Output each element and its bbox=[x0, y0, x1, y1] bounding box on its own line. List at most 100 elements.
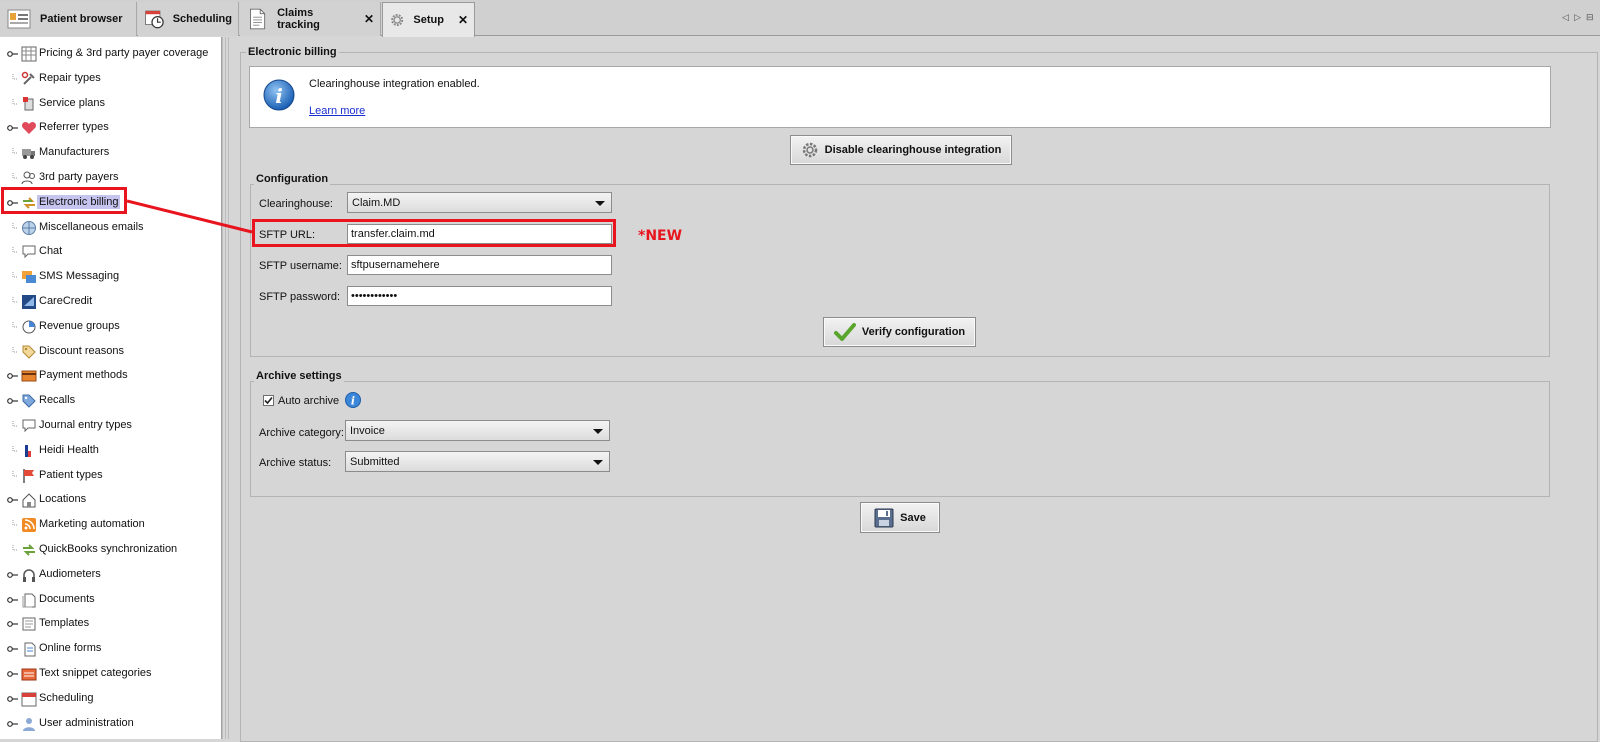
chevron-down-icon bbox=[595, 201, 605, 206]
tree-item-audiometers[interactable]: Audiometers bbox=[0, 563, 221, 588]
tree-item-miscellaneous-emails[interactable]: Miscellaneous emails bbox=[0, 216, 221, 241]
tree-item-user-administration[interactable]: User administration bbox=[0, 712, 221, 737]
expand-handle-icon[interactable] bbox=[7, 371, 19, 381]
expand-handle-icon[interactable] bbox=[7, 694, 19, 704]
expand-handle-icon[interactable] bbox=[7, 619, 19, 629]
tree-item-manufacturers[interactable]: Manufacturers bbox=[0, 141, 221, 166]
tree-item-recalls[interactable]: Recalls bbox=[0, 389, 221, 414]
tree-item-pricing-and-3rd-party-payer-coverage[interactable]: Pricing & 3rd party payer coverage bbox=[0, 42, 221, 67]
tree-item-label: Audiometers bbox=[39, 567, 101, 580]
tab-scheduling[interactable]: Scheduling bbox=[138, 2, 239, 36]
section-title: Electronic billing bbox=[246, 46, 339, 58]
gear-icon bbox=[391, 14, 404, 26]
tree-item-patient-types[interactable]: Patient types bbox=[0, 464, 221, 489]
headphones-icon bbox=[23, 569, 35, 582]
learn-more-link[interactable]: Learn more bbox=[309, 105, 365, 117]
tree-item-journal-entry-types[interactable]: Journal entry types bbox=[0, 414, 221, 439]
tab-scroll-right-icon[interactable]: ▷ bbox=[1574, 12, 1581, 23]
archive-status-value: Submitted bbox=[350, 456, 400, 468]
svg-text:i: i bbox=[351, 395, 355, 408]
expand-handle-icon[interactable] bbox=[7, 644, 19, 654]
tree-item-payment-methods[interactable]: Payment methods bbox=[0, 364, 221, 389]
tab-list-menu-icon[interactable]: ⊟ bbox=[1586, 12, 1594, 23]
tree-item-referrer-types[interactable]: Referrer types bbox=[0, 116, 221, 141]
expand-handle-icon[interactable] bbox=[7, 123, 19, 133]
sftp-password-label: SFTP password: bbox=[259, 291, 341, 303]
tree-line-icon bbox=[12, 173, 18, 179]
tree-item-label: Text snippet categories bbox=[39, 667, 152, 679]
close-icon[interactable]: ✕ bbox=[364, 12, 374, 26]
tree-item-label: Documents bbox=[39, 592, 95, 605]
tree-item-discount-reasons[interactable]: Discount reasons bbox=[0, 340, 221, 365]
close-icon[interactable]: ✕ bbox=[458, 13, 468, 27]
archive-category-select[interactable]: Invoice bbox=[345, 420, 610, 441]
save-button[interactable]: Save bbox=[860, 502, 940, 533]
tree-line-icon bbox=[12, 421, 18, 427]
tree-item-text-snippet-categories[interactable]: Text snippet categories bbox=[0, 662, 221, 687]
truck-icon bbox=[22, 149, 35, 160]
gear-icon bbox=[802, 142, 817, 158]
split-pane-divider[interactable] bbox=[222, 37, 230, 739]
tree-line-icon bbox=[12, 470, 18, 477]
auto-archive-checkbox[interactable] bbox=[263, 395, 274, 406]
tree-item-chat[interactable]: Chat bbox=[0, 240, 221, 265]
sftp-username-label: SFTP username: bbox=[259, 260, 342, 272]
sftp-password-field[interactable] bbox=[347, 286, 612, 306]
expand-handle-icon[interactable] bbox=[7, 669, 19, 679]
tree-item-scheduling[interactable]: Scheduling bbox=[0, 687, 221, 712]
clearinghouse-value: Claim.MD bbox=[352, 197, 401, 209]
info-icon[interactable]: i bbox=[345, 392, 361, 408]
expand-handle-icon[interactable] bbox=[7, 396, 19, 406]
checkmark-icon bbox=[264, 396, 273, 405]
tree-item-templates[interactable]: Templates bbox=[0, 612, 221, 637]
tree-item-repair-types[interactable]: Repair types bbox=[0, 67, 221, 92]
configuration-title: Configuration bbox=[254, 173, 331, 185]
service-plan-icon bbox=[23, 96, 34, 111]
globe-icon bbox=[22, 220, 36, 235]
tab-claims-tracking[interactable]: Claims tracking ✕ bbox=[240, 2, 381, 36]
tree-line-icon bbox=[12, 148, 18, 154]
tab-bar: Patient browser Scheduling Claims tracki… bbox=[0, 0, 1600, 37]
verify-configuration-button[interactable]: Verify configuration bbox=[823, 317, 976, 347]
expand-handle-icon[interactable] bbox=[7, 595, 19, 605]
archive-status-select[interactable]: Submitted bbox=[345, 451, 610, 472]
tree-item-label: Pricing & 3rd party payer coverage bbox=[39, 47, 209, 59]
expand-handle-icon[interactable] bbox=[7, 49, 19, 59]
disable-clearinghouse-button[interactable]: Disable clearinghouse integration bbox=[790, 135, 1012, 165]
documents-icon bbox=[22, 593, 36, 608]
tab-label: Patient browser bbox=[40, 13, 123, 25]
tab-setup[interactable]: Setup ✕ bbox=[382, 2, 475, 37]
tree-item-quickbooks-synchronization[interactable]: QuickBooks synchronization bbox=[0, 538, 221, 563]
tree-item-label: Patient types bbox=[39, 468, 103, 481]
tree-item-marketing-automation[interactable]: Marketing automation bbox=[0, 513, 221, 538]
clearinghouse-select[interactable]: Claim.MD bbox=[347, 192, 612, 213]
expand-handle-icon[interactable] bbox=[7, 570, 19, 580]
tree-item-carecredit[interactable]: CareCredit bbox=[0, 290, 221, 315]
heidi-health-icon bbox=[25, 444, 31, 457]
tree-item-service-plans[interactable]: Service plans bbox=[0, 92, 221, 117]
expand-handle-icon[interactable] bbox=[7, 495, 19, 505]
tab-label: Setup bbox=[413, 14, 444, 26]
tree-item-label: QuickBooks synchronization bbox=[39, 543, 178, 555]
tree-item-online-forms[interactable]: Online forms bbox=[0, 637, 221, 662]
tree-item-revenue-groups[interactable]: Revenue groups bbox=[0, 315, 221, 340]
people-icon bbox=[21, 171, 35, 185]
tab-scroll-left-icon[interactable]: ◁ bbox=[1562, 12, 1569, 23]
expand-handle-icon[interactable] bbox=[7, 719, 19, 729]
tab-patient-browser[interactable]: Patient browser bbox=[0, 2, 137, 36]
tree-item-label: Payment methods bbox=[39, 369, 128, 382]
info-message: Clearinghouse integration enabled. bbox=[309, 78, 480, 90]
tree-item-heidi-health[interactable]: Heidi Health bbox=[0, 439, 221, 464]
archive-settings-title: Archive settings bbox=[254, 370, 344, 382]
tree-line-icon bbox=[12, 445, 18, 452]
tag-icon bbox=[22, 345, 36, 359]
sftp-username-field[interactable] bbox=[347, 255, 612, 275]
tree-item-locations[interactable]: Locations bbox=[0, 488, 221, 513]
tab-label: Claims tracking bbox=[277, 7, 320, 31]
tree-item-documents[interactable]: Documents bbox=[0, 588, 221, 613]
tree-item-label: User administration bbox=[39, 716, 134, 729]
floppy-disk-icon bbox=[874, 508, 894, 527]
tree-line-icon bbox=[12, 346, 18, 353]
patient-browser-icon bbox=[7, 9, 31, 29]
tree-item-sms-messaging[interactable]: SMS Messaging bbox=[0, 265, 221, 290]
